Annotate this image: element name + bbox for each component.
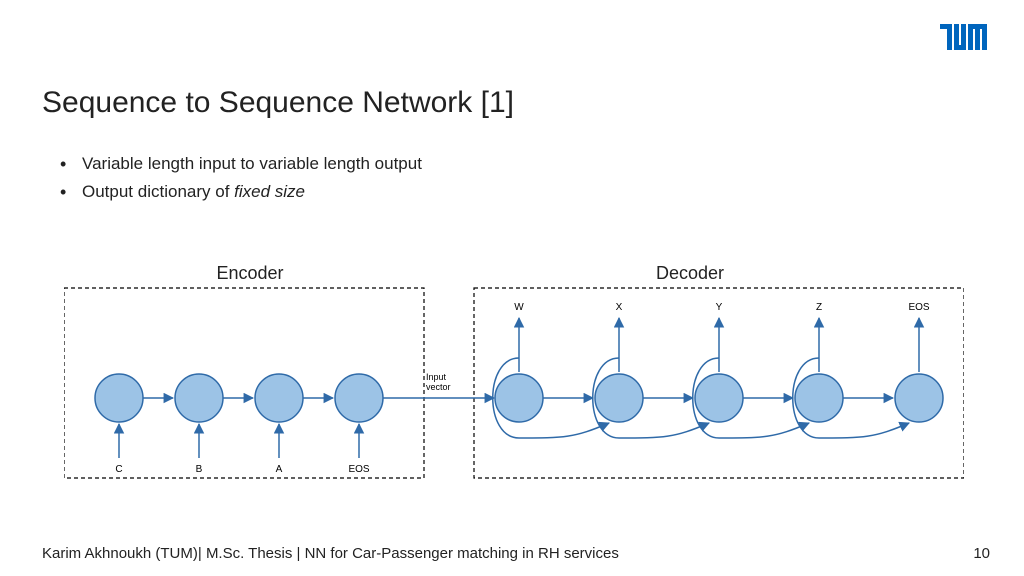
dec-out-5: EOS <box>908 302 929 313</box>
bridge-label-2: vector <box>426 382 451 392</box>
dec-node-1 <box>495 374 543 422</box>
bridge-label-1: Input <box>426 372 447 382</box>
enc-in-2: B <box>196 464 203 475</box>
bullet-2-prefix: Output dictionary of <box>82 182 234 201</box>
enc-node-4 <box>335 374 383 422</box>
dec-out-4: Z <box>816 302 822 313</box>
seq2seq-diagram: C B A EOS Input vector W X Y Z EOS <box>64 258 964 508</box>
enc-node-2 <box>175 374 223 422</box>
enc-in-4: EOS <box>348 464 369 475</box>
dec-node-4 <box>795 374 843 422</box>
dec-node-2 <box>595 374 643 422</box>
decoder-out-labels: W X Y Z EOS <box>514 302 930 313</box>
tum-logo <box>940 24 990 55</box>
dec-out-2: X <box>616 302 623 313</box>
decoder-out-arrows <box>519 318 919 372</box>
enc-node-1 <box>95 374 143 422</box>
bullet-list: Variable length input to variable length… <box>60 150 422 206</box>
bullet-2-emph: fixed size <box>234 182 305 201</box>
bullet-2: Output dictionary of fixed size <box>60 178 422 206</box>
encoder-in-arrows <box>119 424 359 458</box>
bullet-1: Variable length input to variable length… <box>60 150 422 178</box>
dec-out-1: W <box>514 302 524 313</box>
enc-in-3: A <box>276 464 283 475</box>
dec-node-3 <box>695 374 743 422</box>
dec-out-3: Y <box>716 302 723 313</box>
dec-node-5 <box>895 374 943 422</box>
bullet-1-text: Variable length input to variable length… <box>82 154 422 173</box>
enc-node-3 <box>255 374 303 422</box>
footer-text: Karim Akhnoukh (TUM)| M.Sc. Thesis | NN … <box>42 545 619 562</box>
slide-title: Sequence to Sequence Network [1] <box>42 86 514 120</box>
encoder-in-labels: C B A EOS <box>115 464 370 475</box>
page-number: 10 <box>973 545 990 562</box>
enc-in-1: C <box>115 464 122 475</box>
